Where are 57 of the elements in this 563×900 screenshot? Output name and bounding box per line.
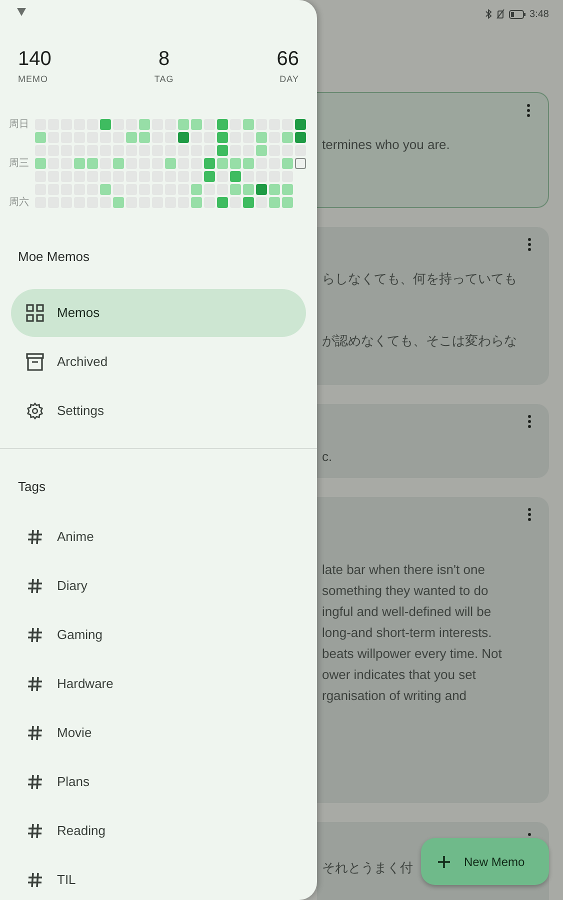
memo-text: らしなくても、何を持っていても (322, 270, 517, 288)
battery-icon (508, 10, 526, 18)
weekday-label: 周日 (9, 119, 29, 130)
more-icon[interactable] (528, 238, 531, 251)
status-time: 3:48 (530, 8, 549, 22)
weekday-label: 周六 (9, 197, 29, 208)
memo-text: ingful and well-defined will be (322, 603, 492, 621)
memo-text: c. (322, 448, 332, 466)
stat-value: 66 (276, 47, 299, 71)
more-icon[interactable] (528, 415, 531, 428)
stat-value: 140 (18, 47, 52, 71)
stat-value: 8 (158, 47, 170, 71)
stat-label: TAG (154, 73, 174, 85)
tag-item[interactable]: Diary (11, 562, 306, 610)
tag-item[interactable]: Anime (11, 513, 306, 561)
tag-item[interactable]: Hardware (11, 660, 306, 708)
mute-icon (496, 9, 505, 19)
memo-text: late bar when there isn't one (322, 561, 485, 579)
tag-item[interactable]: Plans (11, 758, 306, 806)
memo-text: long-and short-term interests. (322, 624, 492, 642)
weekday-label: 周三 (9, 158, 29, 169)
memo-text: が認めなくても、そこは変わらな (322, 332, 517, 350)
tag-item[interactable]: TIL (11, 856, 306, 900)
hash-icon (26, 871, 44, 889)
hash-icon (26, 724, 44, 742)
tag-item[interactable]: Gaming (11, 611, 306, 659)
memo-text: beats willpower every time. Not (322, 645, 502, 663)
grid-icon (26, 304, 44, 322)
tag-item[interactable]: Movie (11, 709, 306, 757)
hash-icon (26, 528, 44, 546)
new-memo-button[interactable]: New Memo (421, 838, 549, 885)
tag-item[interactable]: Reading (11, 807, 306, 855)
nav-item[interactable]: Settings (11, 387, 306, 435)
nav-item[interactable]: Memos (11, 289, 306, 337)
hash-icon (26, 626, 44, 644)
memo-text: rganisation of writing and (322, 687, 467, 705)
plus-icon (438, 856, 450, 868)
hash-icon (26, 577, 44, 595)
hash-icon (26, 675, 44, 693)
section-heading: Tags (17, 478, 46, 496)
more-icon[interactable] (528, 508, 531, 521)
more-icon[interactable] (528, 833, 531, 836)
memo-text: something they wanted to do (322, 582, 488, 600)
archive-icon (26, 353, 44, 371)
more-icon[interactable] (527, 104, 530, 117)
nav-item[interactable]: Archived (11, 338, 306, 386)
bluetooth-icon (484, 9, 492, 19)
hash-icon (26, 822, 44, 840)
hash-icon (26, 773, 44, 791)
stat-label: MEMO (18, 73, 48, 85)
signal-icon (17, 8, 26, 16)
memo-text: termines who you are. (322, 136, 450, 154)
memo-text: それとうまく付 (322, 859, 413, 877)
memo-text: ower indicates that you set (322, 666, 476, 684)
drawer-title: Moe Memos (17, 248, 91, 266)
stat-label: DAY (280, 73, 299, 85)
settings-icon (26, 402, 44, 420)
